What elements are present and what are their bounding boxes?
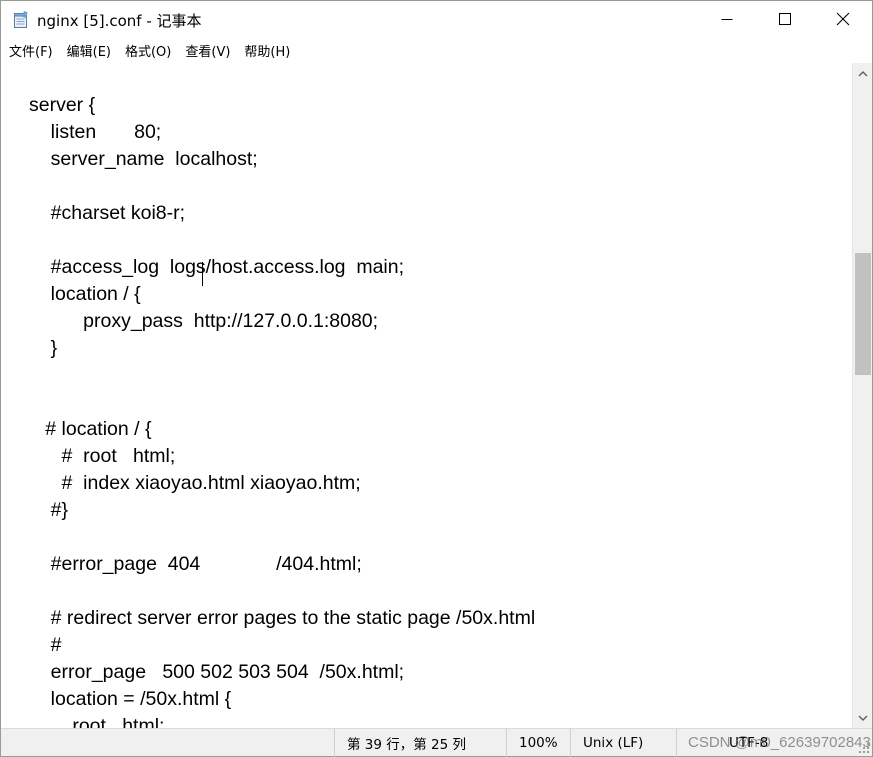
minimize-icon	[721, 19, 733, 20]
menu-help[interactable]: 帮助(H)	[238, 38, 296, 63]
scroll-down-button[interactable]	[853, 708, 873, 728]
menu-format[interactable]: 格式(O)	[119, 38, 177, 63]
menu-file[interactable]: 文件(F)	[3, 38, 59, 63]
encoding-label: UTF-8	[729, 735, 769, 751]
title-bar[interactable]: nginx [5].conf - 记事本	[1, 1, 872, 37]
window-title: nginx [5].conf - 记事本	[37, 12, 202, 30]
vertical-scrollbar[interactable]	[852, 63, 872, 728]
menu-bar: 文件(F) 编辑(E) 格式(O) 查看(V) 帮助(H)	[1, 37, 872, 63]
zoom-level: 100%	[506, 729, 570, 757]
notepad-window: nginx [5].conf - 记事本 文件(F) 编辑(E) 格式(O) 查…	[0, 0, 873, 757]
scroll-thumb[interactable]	[855, 253, 871, 375]
status-bar: 第 39 行，第 25 列 100% Unix (LF) UTF-8 CSDN …	[1, 728, 872, 757]
line-ending: Unix (LF)	[570, 729, 676, 757]
cursor-position: 第 39 行，第 25 列	[334, 729, 506, 757]
text-editor-area[interactable]: server { listen 80; server_name localhos…	[1, 63, 852, 728]
chevron-up-icon	[858, 71, 868, 77]
notepad-icon	[13, 10, 29, 29]
minimize-button[interactable]	[698, 1, 756, 37]
maximize-icon	[779, 13, 791, 25]
menu-edit[interactable]: 编辑(E)	[61, 38, 117, 63]
close-icon	[836, 12, 850, 26]
editor-content[interactable]: server { listen 80; server_name localhos…	[29, 92, 535, 728]
close-button[interactable]	[814, 1, 872, 37]
maximize-button[interactable]	[756, 1, 814, 37]
resize-grip-icon[interactable]	[858, 742, 870, 754]
menu-view[interactable]: 查看(V)	[179, 38, 236, 63]
text-caret	[202, 262, 203, 286]
chevron-down-icon	[858, 715, 868, 721]
scroll-up-button[interactable]	[853, 64, 873, 84]
encoding: UTF-8	[676, 729, 872, 757]
